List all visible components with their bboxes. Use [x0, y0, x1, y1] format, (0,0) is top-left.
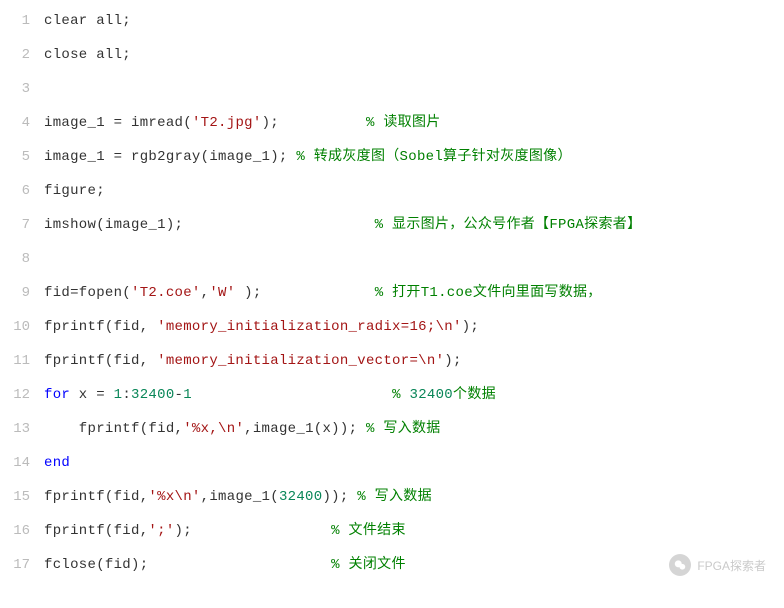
code-line: 13 fprintf(fid,'%x,\n',image_1(x)); % 写入… [0, 412, 784, 446]
line-number: 3 [0, 72, 44, 106]
code-line: 7imshow(image_1); % 显示图片，公众号作者【FPGA探索者】 [0, 208, 784, 242]
code-line: 12for x = 1:32400-1 % 32400个数据 [0, 378, 784, 412]
line-number: 2 [0, 38, 44, 72]
wechat-icon [669, 554, 691, 576]
line-number: 13 [0, 412, 44, 446]
code-line: 6figure; [0, 174, 784, 208]
code-content: fprintf(fid, 'memory_initialization_radi… [44, 310, 479, 344]
code-content: close all; [44, 38, 131, 72]
watermark: FPGA探索者 [669, 554, 766, 576]
code-content: fprintf(fid,'%x,\n',image_1(x)); % 写入数据 [44, 412, 441, 446]
code-block: 1clear all;2close all;34image_1 = imread… [0, 0, 784, 586]
line-number: 9 [0, 276, 44, 310]
line-number: 1 [0, 4, 44, 38]
code-line: 17fclose(fid); % 关闭文件 [0, 548, 784, 582]
line-number: 12 [0, 378, 44, 412]
code-content: fprintf(fid, 'memory_initialization_vect… [44, 344, 462, 378]
code-line: 9fid=fopen('T2.coe','W' ); % 打开T1.coe文件向… [0, 276, 784, 310]
code-line: 4image_1 = imread('T2.jpg'); % 读取图片 [0, 106, 784, 140]
code-content: image_1 = rgb2gray(image_1); % 转成灰度图（Sob… [44, 140, 572, 174]
code-content: end [44, 446, 70, 480]
code-line: 8 [0, 242, 784, 276]
code-line: 2close all; [0, 38, 784, 72]
code-line: 14end [0, 446, 784, 480]
code-content: fprintf(fid,'%x\n',image_1(32400)); % 写入… [44, 480, 432, 514]
line-number: 14 [0, 446, 44, 480]
line-number: 16 [0, 514, 44, 548]
code-content: fid=fopen('T2.coe','W' ); % 打开T1.coe文件向里… [44, 276, 602, 310]
line-number: 5 [0, 140, 44, 174]
line-number: 17 [0, 548, 44, 582]
line-number: 4 [0, 106, 44, 140]
watermark-text: FPGA探索者 [697, 557, 766, 574]
code-line: 15fprintf(fid,'%x\n',image_1(32400)); % … [0, 480, 784, 514]
code-line: 1clear all; [0, 4, 784, 38]
line-number: 10 [0, 310, 44, 344]
code-content: fclose(fid); % 关闭文件 [44, 548, 406, 582]
code-content: imshow(image_1); % 显示图片，公众号作者【FPGA探索者】 [44, 208, 641, 242]
code-content: fprintf(fid,';'); % 文件结束 [44, 514, 406, 548]
line-number: 7 [0, 208, 44, 242]
code-content: for x = 1:32400-1 % 32400个数据 [44, 378, 496, 412]
code-line: 10fprintf(fid, 'memory_initialization_ra… [0, 310, 784, 344]
code-line: 5image_1 = rgb2gray(image_1); % 转成灰度图（So… [0, 140, 784, 174]
code-content: figure; [44, 174, 105, 208]
line-number: 11 [0, 344, 44, 378]
code-line: 11fprintf(fid, 'memory_initialization_ve… [0, 344, 784, 378]
code-line: 16fprintf(fid,';'); % 文件结束 [0, 514, 784, 548]
line-number: 6 [0, 174, 44, 208]
code-content: image_1 = imread('T2.jpg'); % 读取图片 [44, 106, 441, 140]
code-line: 3 [0, 72, 784, 106]
code-content: clear all; [44, 4, 131, 38]
line-number: 8 [0, 242, 44, 276]
line-number: 15 [0, 480, 44, 514]
